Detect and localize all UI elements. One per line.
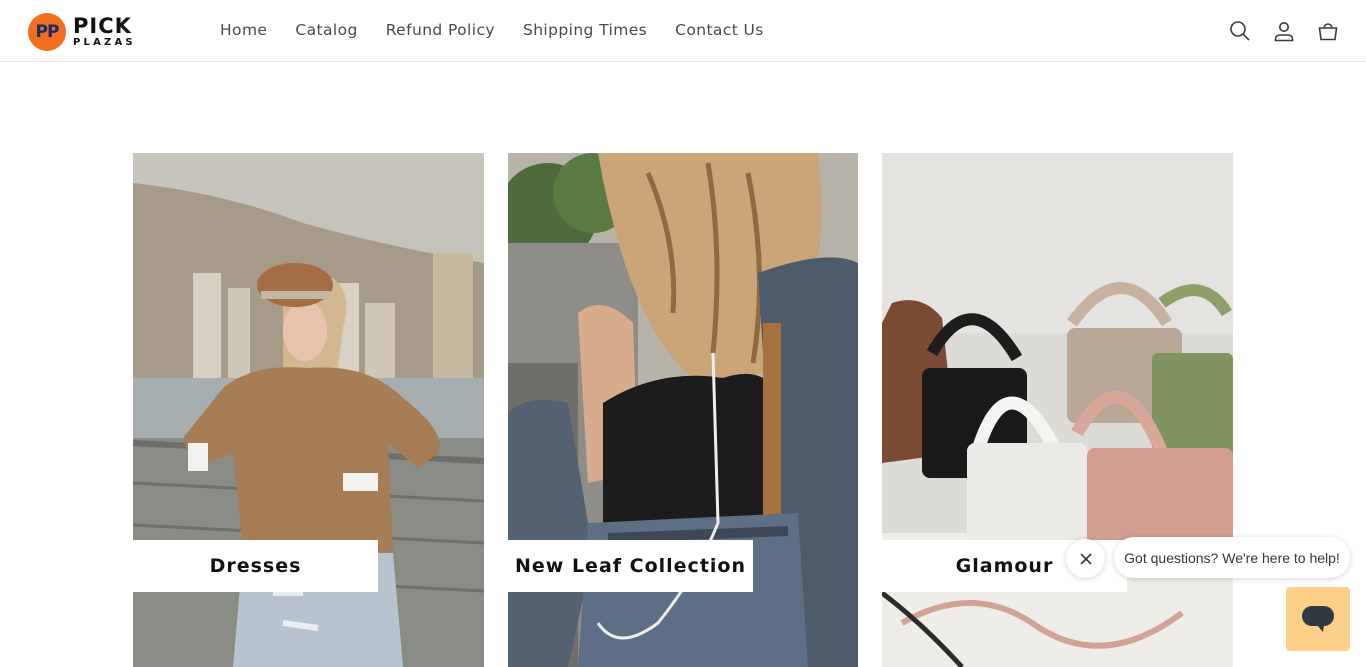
collection-card-new-leaf[interactable]: New Leaf Collection <box>508 153 858 667</box>
collection-title[interactable]: Glamour <box>956 555 1054 577</box>
logo-wordmark: PICK PLAZAS <box>73 16 136 48</box>
collection-label-box[interactable]: Dresses <box>133 540 378 592</box>
chat-icon <box>1302 606 1334 632</box>
chat-launcher-button[interactable] <box>1286 587 1350 651</box>
collection-card-dresses[interactable]: Dresses <box>133 153 484 667</box>
account-icon[interactable] <box>1272 19 1296 43</box>
chat-close-button[interactable] <box>1066 539 1105 578</box>
collection-title[interactable]: New Leaf Collection <box>515 555 746 577</box>
header-icons <box>1208 19 1340 43</box>
collection-card-glamour[interactable]: Glamour <box>882 153 1233 667</box>
nav-catalog[interactable]: Catalog <box>295 21 357 39</box>
main-nav: Home Catalog Refund Policy Shipping Time… <box>220 21 792 39</box>
store-logo[interactable]: PP PICK PLAZAS <box>28 13 136 51</box>
logo-line-1: PICK <box>73 14 132 38</box>
chat-greeting-text: Got questions? We're here to help! <box>1124 549 1340 566</box>
nav-home[interactable]: Home <box>220 21 267 39</box>
logo-badge: PP <box>28 13 66 51</box>
close-icon <box>1079 552 1092 565</box>
chat-greeting-bubble[interactable]: Got questions? We're here to help! <box>1114 537 1350 578</box>
nav-shipping-times[interactable]: Shipping Times <box>523 21 647 39</box>
collection-label-box[interactable]: New Leaf Collection <box>508 540 753 592</box>
logo-badge-text: PP <box>35 22 60 42</box>
nav-refund-policy[interactable]: Refund Policy <box>386 21 495 39</box>
search-icon[interactable] <box>1228 19 1252 43</box>
logo-line-2: PLAZAS <box>73 37 136 48</box>
nav-contact-us[interactable]: Contact Us <box>675 21 764 39</box>
site-header: PP PICK PLAZAS Home Catalog Refund Polic… <box>0 0 1366 62</box>
cart-icon[interactable] <box>1316 19 1340 43</box>
collection-title[interactable]: Dresses <box>210 555 302 577</box>
